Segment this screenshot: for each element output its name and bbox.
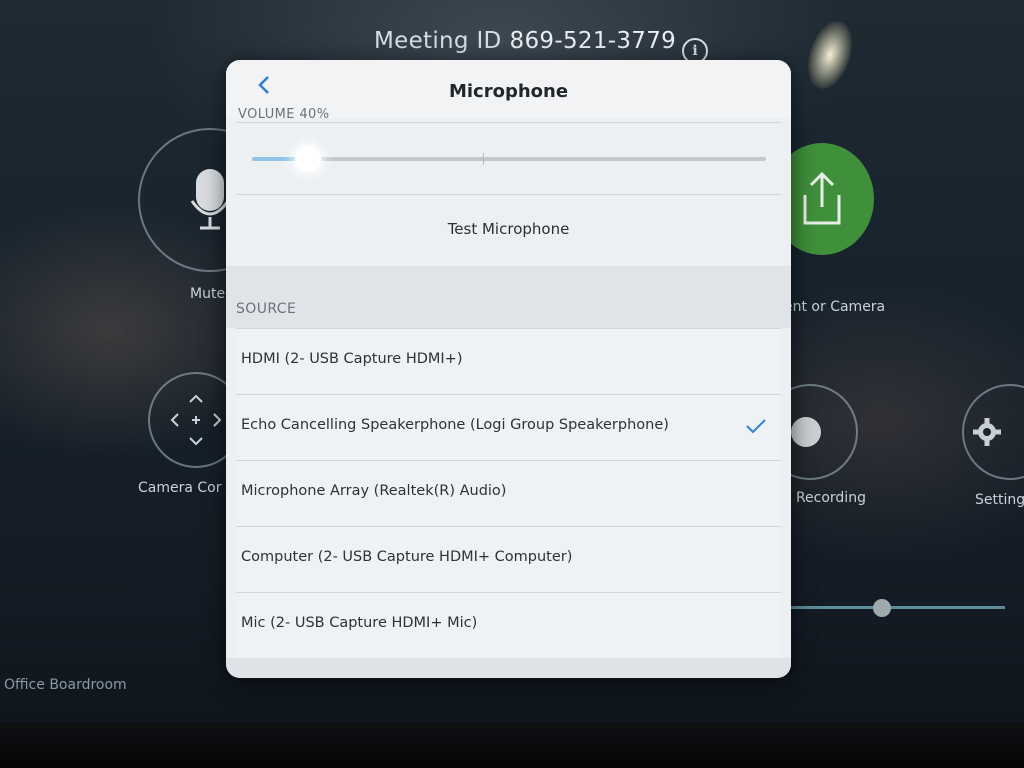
volume-slider-midmark	[483, 153, 484, 165]
source-item-label: Computer (2- USB Capture HDMI+ Computer)	[241, 549, 573, 565]
source-item-label: Echo Cancelling Speakerphone (Logi Group…	[241, 417, 669, 433]
zoom-room-screen: Meeting ID 869-521-3779 i Mute Camera Co…	[0, 0, 1024, 768]
settings-label: Setting	[975, 492, 1024, 508]
share-content-label: ent or Camera	[784, 299, 886, 315]
mute-label: Mute	[190, 286, 226, 302]
checkmark-icon	[746, 419, 766, 434]
dialog-title: Microphone	[448, 81, 569, 102]
meeting-id-label: Meeting ID	[374, 28, 502, 54]
monitor-bezel	[0, 722, 1024, 768]
dialog-footer	[226, 658, 791, 678]
source-item-selected[interactable]: Echo Cancelling Speakerphone (Logi Group…	[236, 394, 781, 461]
volume-label: VOLUME 40%	[238, 107, 330, 119]
meeting-id-bar: Meeting ID 869-521-3779	[374, 28, 676, 54]
source-item-label: Microphone Array (Realtek(R) Audio)	[241, 483, 507, 499]
settings-button[interactable]	[962, 384, 1024, 480]
source-section-header	[226, 266, 791, 328]
record-label: t Recording	[786, 490, 866, 506]
test-microphone-button[interactable]: Test Microphone	[226, 220, 791, 242]
volume-slider-knob[interactable]	[295, 146, 321, 172]
source-item[interactable]: HDMI (2- USB Capture HDMI+)	[236, 328, 781, 395]
gear-icon	[973, 418, 1001, 446]
share-upload-icon	[803, 171, 841, 225]
source-item[interactable]: Microphone Array (Realtek(R) Audio)	[236, 460, 781, 527]
meeting-id-value: 869-521-3779	[509, 28, 677, 54]
volume-slider[interactable]	[252, 146, 766, 172]
divider	[236, 194, 781, 195]
source-item[interactable]: Computer (2- USB Capture HDMI+ Computer)	[236, 526, 781, 593]
background-volume-knob[interactable]	[873, 599, 891, 617]
source-item[interactable]: Mic (2- USB Capture HDMI+ Mic)	[236, 592, 781, 659]
camera-control-label: Camera Cor	[138, 480, 222, 496]
camera-control-arrows-icon	[170, 394, 222, 446]
record-dot-icon	[791, 417, 821, 447]
source-item-label: HDMI (2- USB Capture HDMI+)	[241, 351, 463, 367]
divider	[236, 122, 781, 123]
screen-glare	[800, 15, 860, 95]
microphone-icon	[190, 169, 230, 230]
source-item-label: Mic (2- USB Capture HDMI+ Mic)	[241, 615, 478, 631]
source-section-label: SOURCE	[236, 301, 297, 317]
microphone-dialog: Microphone VOLUME 40% Test Microphone SO…	[226, 60, 791, 678]
room-name: Office Boardroom	[4, 677, 127, 693]
